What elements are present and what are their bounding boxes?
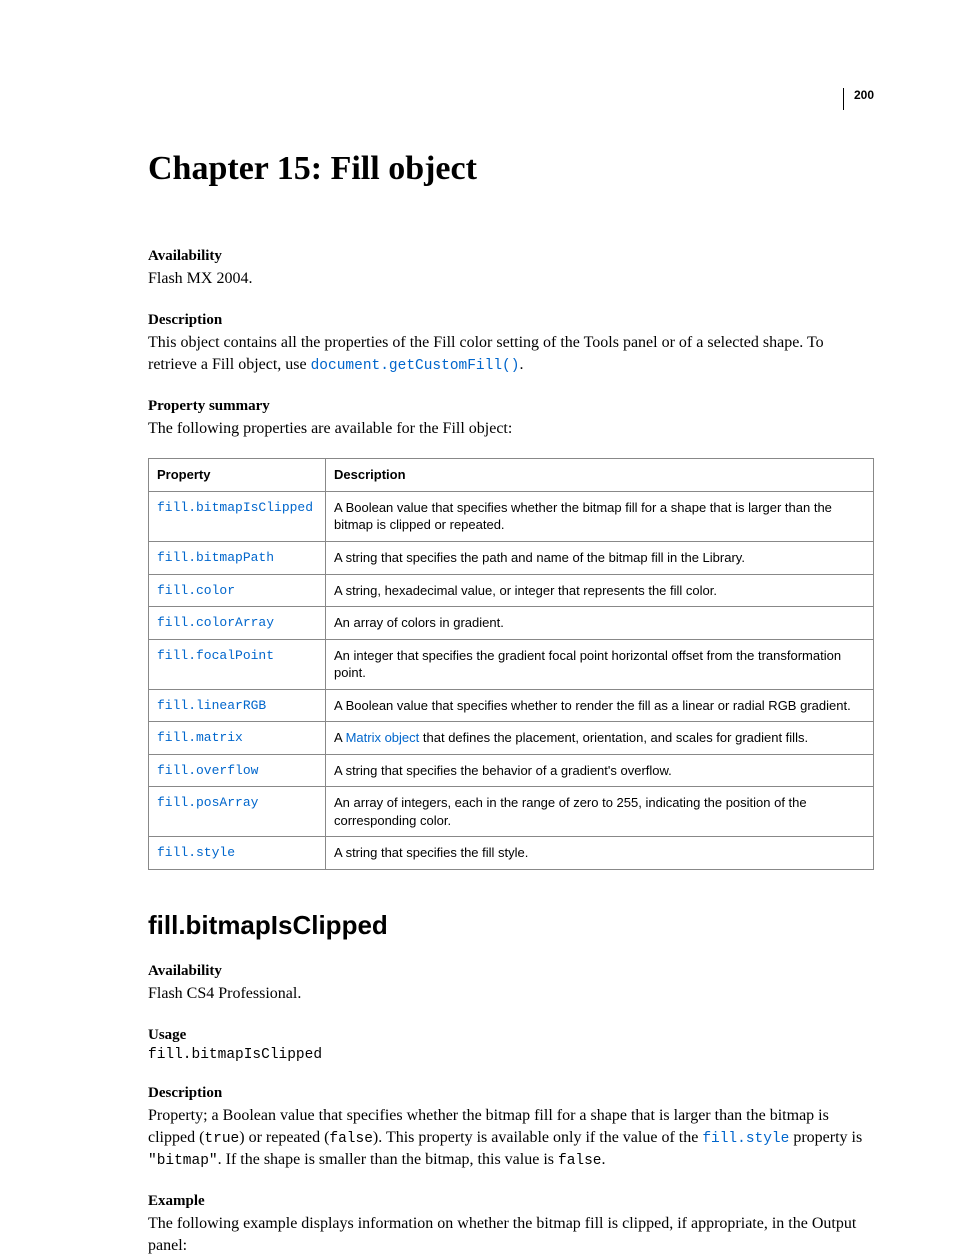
- desc-cell: A Boolean value that specifies whether t…: [326, 491, 874, 541]
- prop-focalpoint-link[interactable]: fill.focalPoint: [157, 648, 274, 663]
- prop-posarray-link[interactable]: fill.posArray: [157, 795, 258, 810]
- desc2-f: .: [602, 1151, 606, 1168]
- desc-cell: An integer that specifies the gradient f…: [326, 639, 874, 689]
- th-property: Property: [149, 459, 326, 492]
- code-bitmap: "bitmap": [148, 1153, 218, 1169]
- table-row: fill.linearRGB A Boolean value that spec…: [149, 689, 874, 722]
- availability-text-2: Flash CS4 Professional.: [148, 983, 874, 1005]
- example-heading: Example: [148, 1193, 874, 1210]
- prop-style-link[interactable]: fill.style: [157, 845, 235, 860]
- page-number-block: 200: [843, 88, 874, 110]
- table-row: fill.style A string that specifies the f…: [149, 837, 874, 870]
- fillstyle-link[interactable]: fill.style: [702, 1131, 789, 1147]
- code-false: false: [329, 1131, 373, 1147]
- code-false-2: false: [558, 1153, 602, 1169]
- table-row: fill.focalPoint An integer that specifie…: [149, 639, 874, 689]
- table-row: fill.posArray An array of integers, each…: [149, 787, 874, 837]
- table-header-row: Property Description: [149, 459, 874, 492]
- section-title-bitmapisclipped: fill.bitmapIsClipped: [148, 910, 874, 941]
- desc-cell: A Matrix object that defines the placeme…: [326, 722, 874, 755]
- description-heading-2: Description: [148, 1085, 874, 1102]
- matrix-object-link[interactable]: Matrix object: [346, 730, 420, 745]
- table-row: fill.matrix A Matrix object that defines…: [149, 722, 874, 755]
- desc2-c: ). This property is available only if th…: [373, 1129, 702, 1146]
- prop-linearrgb-link[interactable]: fill.linearRGB: [157, 698, 266, 713]
- desc-text-b: that defines the placement, orientation,…: [419, 730, 808, 745]
- availability-heading: Availability: [148, 248, 874, 265]
- property-table: Property Description fill.bitmapIsClippe…: [148, 458, 874, 870]
- description-paragraph: This object contains all the properties …: [148, 332, 874, 376]
- table-row: fill.overflow A string that specifies th…: [149, 754, 874, 787]
- table-row: fill.color A string, hexadecimal value, …: [149, 574, 874, 607]
- prop-matrix-link[interactable]: fill.matrix: [157, 730, 243, 745]
- desc-cell: A string that specifies the behavior of …: [326, 754, 874, 787]
- usage-code: fill.bitmapIsClipped: [148, 1047, 874, 1063]
- desc2-b: ) or repeated (: [239, 1129, 329, 1146]
- desc-cell: A Boolean value that specifies whether t…: [326, 689, 874, 722]
- desc-cell: A string that specifies the fill style.: [326, 837, 874, 870]
- page-content: Chapter 15: Fill object Availability Fla…: [0, 0, 954, 1257]
- property-summary-text: The following properties are available f…: [148, 418, 874, 440]
- table-row: fill.bitmapIsClipped A Boolean value tha…: [149, 491, 874, 541]
- description-text-b: .: [519, 356, 523, 373]
- prop-color-link[interactable]: fill.color: [157, 583, 235, 598]
- availability-heading-2: Availability: [148, 963, 874, 980]
- property-summary-heading: Property summary: [148, 398, 874, 415]
- example-text: The following example displays informati…: [148, 1213, 874, 1257]
- getcustomfill-link[interactable]: document.getCustomFill(): [311, 358, 520, 374]
- prop-colorarray-link[interactable]: fill.colorArray: [157, 615, 274, 630]
- description-paragraph-2: Property; a Boolean value that specifies…: [148, 1105, 874, 1171]
- code-true: true: [204, 1131, 239, 1147]
- availability-text: Flash MX 2004.: [148, 268, 874, 290]
- table-row: fill.bitmapPath A string that specifies …: [149, 541, 874, 574]
- desc-text-a: A: [334, 730, 346, 745]
- prop-overflow-link[interactable]: fill.overflow: [157, 763, 258, 778]
- prop-bitmapisclipped-link[interactable]: fill.bitmapIsClipped: [157, 500, 313, 515]
- desc-cell: A string, hexadecimal value, or integer …: [326, 574, 874, 607]
- chapter-title: Chapter 15: Fill object: [148, 150, 874, 188]
- description-heading: Description: [148, 312, 874, 329]
- th-description: Description: [326, 459, 874, 492]
- desc-cell: An array of colors in gradient.: [326, 607, 874, 640]
- desc-cell: A string that specifies the path and nam…: [326, 541, 874, 574]
- desc2-e: . If the shape is smaller than the bitma…: [218, 1151, 558, 1168]
- desc2-d: property is: [789, 1129, 862, 1146]
- page-number: 200: [854, 88, 874, 102]
- prop-bitmappath-link[interactable]: fill.bitmapPath: [157, 550, 274, 565]
- usage-heading: Usage: [148, 1027, 874, 1044]
- table-row: fill.colorArray An array of colors in gr…: [149, 607, 874, 640]
- desc-cell: An array of integers, each in the range …: [326, 787, 874, 837]
